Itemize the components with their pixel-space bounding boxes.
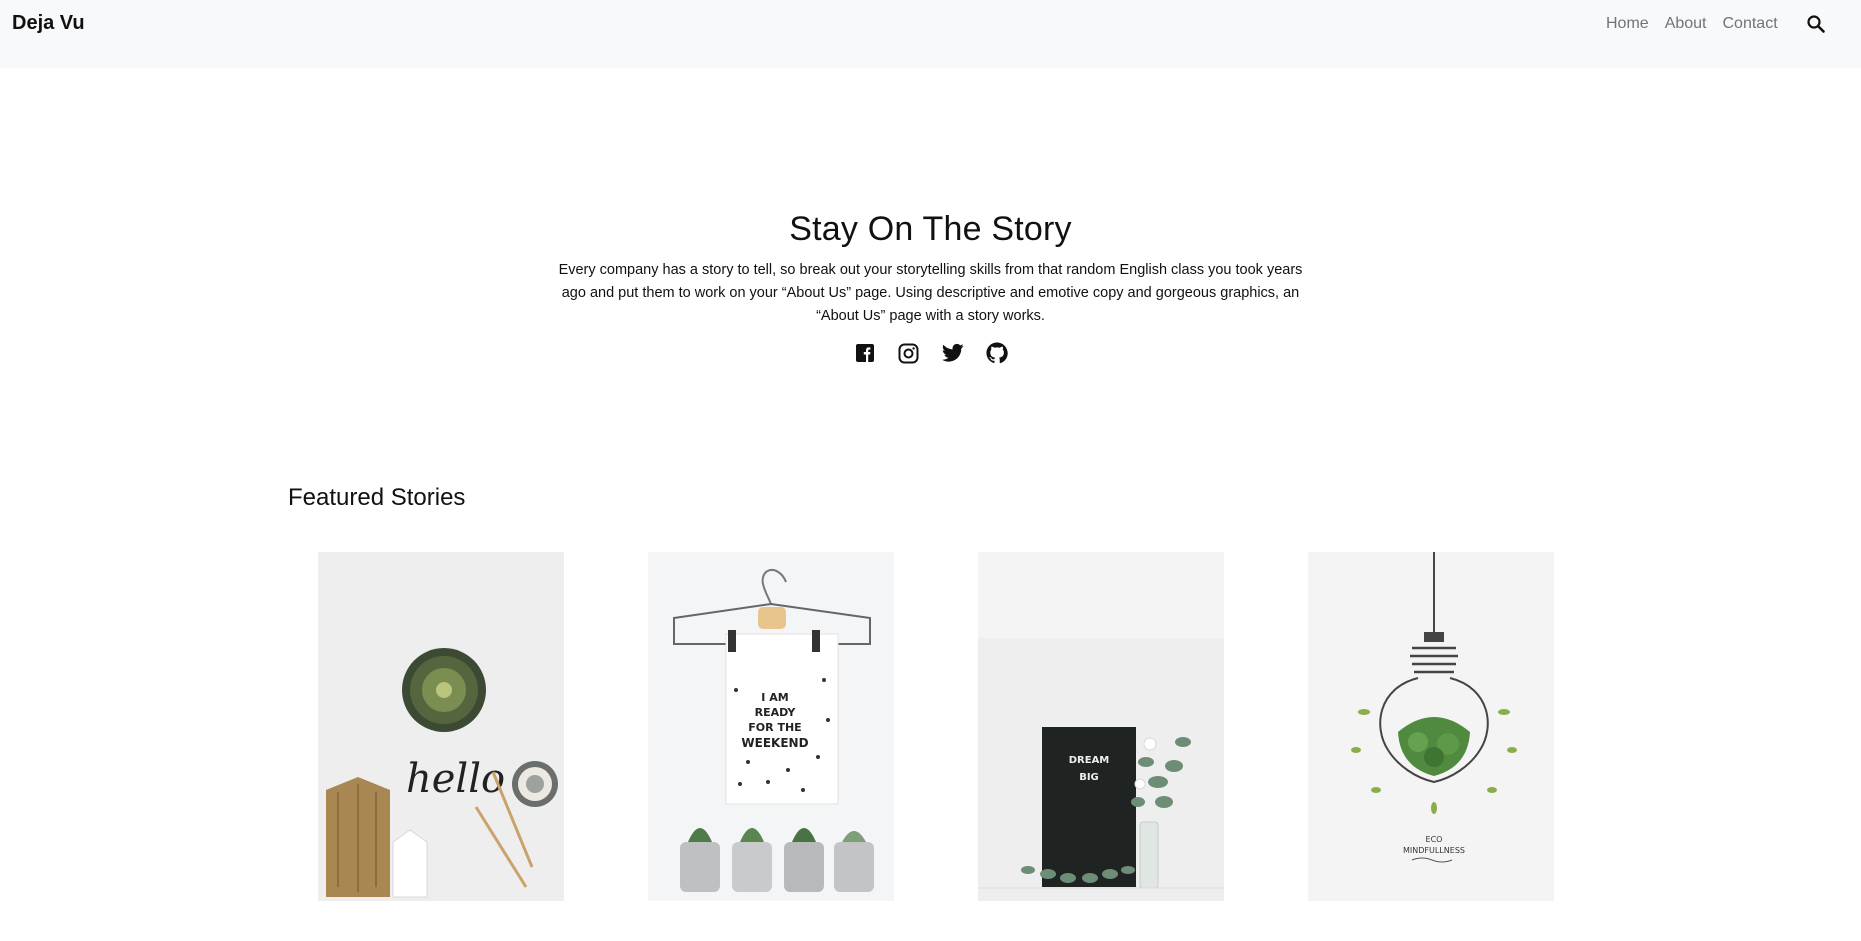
instagram-icon[interactable] (898, 342, 920, 364)
story-card[interactable]: hello (318, 552, 564, 901)
svg-text:BIG: BIG (1079, 772, 1099, 783)
nav-link-about[interactable]: About (1665, 15, 1707, 33)
featured-title: Featured Stories (288, 484, 466, 511)
hero-section: Stay On The Story Every company has a st… (0, 210, 1861, 364)
cactus-hello-photo: hello (318, 552, 564, 901)
nav-link-contact[interactable]: Contact (1723, 15, 1778, 33)
hanger-poster-photo: I AM READY FOR THE WEEKEND (648, 552, 894, 901)
facebook-icon[interactable] (854, 342, 876, 364)
svg-text:I AM: I AM (761, 691, 788, 704)
letterboard-photo: DREAM BIG (978, 552, 1224, 901)
svg-text:hello: hello (406, 756, 505, 802)
search-icon[interactable] (1804, 12, 1828, 36)
nav-links: Home About Contact (1606, 15, 1794, 33)
svg-text:READY: READY (755, 706, 797, 719)
hero-title: Stay On The Story (789, 210, 1072, 248)
navbar: Deja Vu Home About Contact (0, 0, 1861, 68)
github-icon[interactable] (985, 342, 1008, 364)
svg-text:WEEKEND: WEEKEND (741, 736, 808, 750)
story-card[interactable]: DREAM BIG (978, 552, 1224, 901)
svg-text:FOR THE: FOR THE (748, 721, 801, 734)
story-card[interactable]: ECO MINDFULLNESS (1308, 552, 1554, 901)
svg-text:ECO: ECO (1426, 835, 1443, 844)
featured-cards: hello I AM READY FOR THE WEEKEND DREAM B… (318, 552, 1554, 901)
brand-logo[interactable]: Deja Vu (12, 12, 85, 35)
twitter-icon[interactable] (941, 342, 964, 364)
svg-text:DREAM: DREAM (1069, 755, 1110, 766)
story-card[interactable]: I AM READY FOR THE WEEKEND (648, 552, 894, 901)
svg-text:MINDFULLNESS: MINDFULLNESS (1403, 846, 1465, 855)
social-links (0, 342, 1861, 364)
nav-link-home[interactable]: Home (1606, 15, 1649, 33)
lightbulb-plant-photo: ECO MINDFULLNESS (1308, 552, 1554, 901)
hero-text: Every company has a story to tell, so br… (558, 262, 1303, 324)
